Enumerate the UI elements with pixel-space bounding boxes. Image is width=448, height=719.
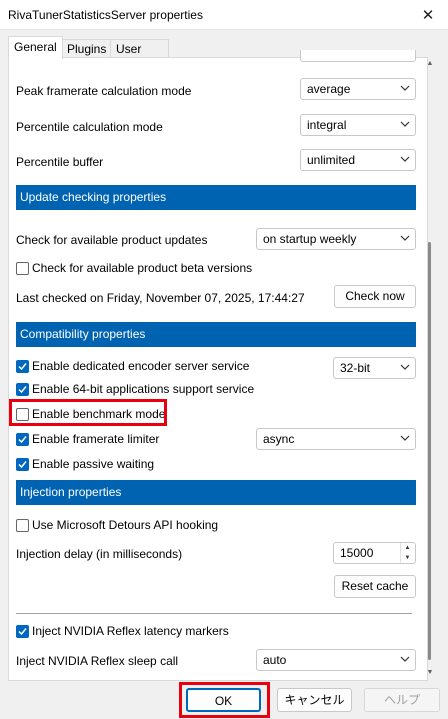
checkbox-checked-icon xyxy=(16,457,29,471)
scrollbar-thumb[interactable] xyxy=(428,242,431,660)
detours-label: Use Microsoft Detours API hooking xyxy=(32,518,219,532)
check-updates-value: on startup weekly xyxy=(263,232,357,246)
scroll-up-icon[interactable]: ▲ xyxy=(425,59,435,69)
help-button: ヘルプ xyxy=(364,688,440,712)
tab-user-interface[interactable]: User Interface xyxy=(110,39,169,74)
passive-waiting-label: Enable passive waiting xyxy=(32,457,155,471)
beta-versions-checkbox[interactable]: Check for available product beta version… xyxy=(16,260,252,276)
encoder-bitness-select[interactable]: 32-bit xyxy=(333,357,416,379)
close-icon[interactable]: ✕ xyxy=(408,0,448,30)
percentile-buffer-label: Percentile buffer xyxy=(16,155,104,169)
tab-general[interactable]: General xyxy=(8,36,63,59)
passive-waiting-checkbox[interactable]: Enable passive waiting xyxy=(16,456,154,472)
check-updates-select[interactable]: on startup weekly xyxy=(256,228,416,250)
spin-down-icon[interactable]: ▼ xyxy=(400,553,414,563)
percentile-calc-select[interactable]: integral xyxy=(300,114,416,136)
peak-framerate-select[interactable]: average xyxy=(300,78,416,100)
chevron-down-icon xyxy=(400,156,410,162)
reset-cache-button[interactable]: Reset cache xyxy=(334,575,416,598)
cancel-button[interactable]: キャンセル xyxy=(277,688,352,712)
x64-support-checkbox[interactable]: Enable 64-bit applications support servi… xyxy=(16,381,254,397)
vertical-scrollbar[interactable]: ▲ ▼ xyxy=(424,58,436,680)
chevron-down-icon xyxy=(400,235,410,241)
percentile-calc-value: integral xyxy=(307,118,347,132)
reflex-sleep-value: auto xyxy=(263,653,287,667)
dedicated-encoder-checkbox[interactable]: Enable dedicated encoder server service xyxy=(16,358,249,374)
benchmark-highlight-box xyxy=(9,399,167,426)
limiter-mode-value: async xyxy=(263,432,295,446)
percentile-buffer-select[interactable]: unlimited xyxy=(300,149,416,171)
tab-plugins[interactable]: Plugins xyxy=(61,39,113,58)
dedicated-encoder-label: Enable dedicated encoder server service xyxy=(32,359,250,373)
checkbox-unchecked-icon xyxy=(16,261,29,275)
chevron-down-icon xyxy=(400,435,410,441)
checkbox-unchecked-icon xyxy=(16,518,29,532)
percentile-buffer-value: unlimited xyxy=(307,153,356,167)
injection-header: Injection properties xyxy=(16,480,416,505)
reflex-sleep-select[interactable]: auto xyxy=(256,649,416,671)
spin-up-icon[interactable]: ▲ xyxy=(400,543,414,553)
peak-framerate-label: Peak framerate calculation mode xyxy=(16,84,192,98)
chevron-down-icon xyxy=(400,364,410,370)
framerate-limiter-checkbox[interactable]: Enable framerate limiter xyxy=(16,431,159,447)
scroll-down-icon[interactable]: ▼ xyxy=(425,668,435,678)
checkbox-checked-icon xyxy=(16,359,29,373)
chevron-down-icon xyxy=(400,121,410,127)
reflex-markers-checkbox[interactable]: Inject NVIDIA Reflex latency markers xyxy=(16,623,229,639)
separator xyxy=(16,613,412,614)
cut-off-select[interactable] xyxy=(300,50,416,62)
reflex-sleep-label: Inject NVIDIA Reflex sleep call xyxy=(16,654,179,668)
chevron-down-icon xyxy=(400,656,410,662)
encoder-bitness-value: 32-bit xyxy=(340,361,371,375)
title-bar: RivaTunerStatisticsServer properties ✕ xyxy=(0,0,448,30)
x64-support-label: Enable 64-bit applications support servi… xyxy=(32,382,255,396)
ok-highlight-box xyxy=(179,682,270,718)
check-updates-label: Check for available product updates xyxy=(16,233,208,247)
framerate-limiter-label: Enable framerate limiter xyxy=(32,432,160,446)
injection-delay-value: 15000 xyxy=(340,546,374,560)
check-now-button[interactable]: Check now xyxy=(334,285,416,308)
checkbox-checked-icon xyxy=(16,432,29,446)
compatibility-header: Compatibility properties xyxy=(16,322,416,347)
checkbox-checked-icon xyxy=(16,624,29,638)
reflex-markers-label: Inject NVIDIA Reflex latency markers xyxy=(32,624,229,638)
last-checked-text: Last checked on Friday, November 07, 202… xyxy=(16,291,305,305)
limiter-mode-select[interactable]: async xyxy=(256,428,416,450)
percentile-calc-label: Percentile calculation mode xyxy=(16,120,163,134)
update-checking-header: Update checking properties xyxy=(16,185,416,210)
peak-framerate-value: average xyxy=(307,82,351,96)
detours-checkbox[interactable]: Use Microsoft Detours API hooking xyxy=(16,517,218,533)
window-title: RivaTunerStatisticsServer properties xyxy=(8,8,203,22)
checkbox-checked-icon xyxy=(16,382,29,396)
injection-delay-label: Injection delay (in milliseconds) xyxy=(16,547,183,561)
chevron-down-icon xyxy=(400,85,410,91)
injection-delay-spinner[interactable]: 15000 ▲ ▼ xyxy=(333,542,416,564)
beta-versions-label: Check for available product beta version… xyxy=(32,261,253,275)
